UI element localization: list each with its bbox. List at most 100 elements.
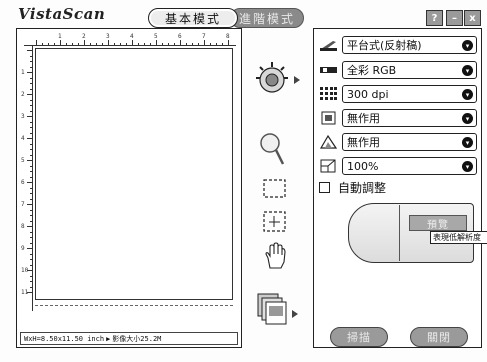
- resolution-dots-icon: [319, 86, 338, 102]
- tab-advanced-mode[interactable]: 進階模式: [230, 8, 304, 28]
- ruler-tick: [30, 281, 32, 282]
- ruler-tick: [30, 209, 32, 211]
- filter-icon: [319, 110, 338, 126]
- ruler-number: 6: [178, 33, 182, 40]
- ruler-tick: [30, 259, 32, 260]
- ruler-tick: [210, 43, 211, 45]
- ruler-tick: [30, 88, 32, 90]
- ruler-tick: [30, 154, 32, 156]
- ruler-tick: [102, 43, 103, 45]
- scanner-wheel-icon: [256, 62, 300, 93]
- zoom-tool[interactable]: [258, 130, 288, 168]
- resolution-select[interactable]: 300 dpi ▾: [342, 85, 477, 103]
- descreen-select[interactable]: 無作用 ▾: [342, 133, 477, 151]
- ruler-tick: [30, 171, 32, 172]
- ruler-number: 3: [21, 113, 25, 120]
- minimize-button[interactable]: –: [446, 10, 463, 26]
- ruler-tick: [27, 248, 32, 249]
- scan-source-select[interactable]: 平台式(反射稿) ▾: [342, 36, 477, 54]
- ruler-tick: [30, 242, 32, 244]
- ruler-tick: [84, 40, 85, 45]
- ruler-tick: [60, 40, 61, 45]
- multi-select-tool[interactable]: [262, 210, 288, 234]
- ruler-tick: [180, 40, 181, 45]
- preview-scan-area[interactable]: [35, 48, 233, 300]
- ruler-tick: [78, 43, 79, 45]
- ruler-tick: [30, 187, 32, 189]
- ruler-tick: [66, 43, 67, 45]
- ruler-tick: [90, 43, 91, 45]
- pill-divider: [399, 205, 400, 261]
- dropdown-arrow-icon: ▾: [462, 137, 473, 148]
- ruler-tick: [30, 286, 32, 288]
- ruler-tick: [30, 132, 32, 134]
- color-mode-icon: [319, 62, 338, 78]
- preview-panel: 1 2 3 4 5 6 7 8 1 2 3 4 5 6 7 8 9 10 11 WxH=8.50x11.50 in…: [16, 28, 242, 348]
- ruler-tick: [120, 43, 121, 45]
- ruler-tick: [30, 77, 32, 79]
- ruler-tick: [27, 94, 32, 95]
- ruler-left: 1 2 3 4 5 6 7 8 9 10 11: [21, 46, 33, 311]
- help-button[interactable]: ?: [426, 10, 443, 26]
- auto-adjust-label: 自動調整: [338, 180, 387, 195]
- ruler-tick: [144, 43, 145, 45]
- scale-value: 100%: [347, 159, 379, 173]
- ruler-tick: [27, 50, 32, 51]
- ruler-number: 5: [21, 157, 25, 164]
- ruler-number: 7: [202, 33, 206, 40]
- scanner-wheel-tool[interactable]: [254, 58, 304, 102]
- ruler-tick: [162, 43, 163, 45]
- resolution-value: 300 dpi: [347, 87, 389, 101]
- ruler-tick: [30, 253, 32, 255]
- magnifier-icon: [260, 133, 285, 165]
- ruler-tick: [108, 40, 109, 45]
- ruler-tick: [30, 193, 32, 194]
- ruler-tick: [30, 83, 32, 84]
- dropdown-arrow-icon: ▾: [462, 40, 473, 51]
- dropdown-arrow-icon: ▾: [462, 65, 473, 76]
- close-button[interactable]: 關閉: [410, 327, 468, 347]
- ruler-tick: [36, 40, 37, 45]
- preview-tooltip: 表現低解析度: [430, 231, 487, 244]
- color-mode-select[interactable]: 全彩 RGB ▾: [342, 61, 477, 79]
- ruler-tick: [30, 220, 32, 222]
- close-icon: x: [469, 12, 476, 24]
- ruler-tick: [30, 110, 32, 112]
- scale-select[interactable]: 100% ▾: [342, 157, 477, 175]
- ruler-tick: [150, 43, 151, 45]
- help-icon: ?: [431, 12, 438, 24]
- filter-select[interactable]: 無作用 ▾: [342, 109, 477, 127]
- batch-scan-tool[interactable]: [254, 290, 304, 330]
- ruler-tick: [30, 231, 32, 233]
- ruler-number: 4: [130, 33, 134, 40]
- play-arrow-icon: ▶: [106, 334, 111, 343]
- ruler-tick: [30, 275, 32, 277]
- auto-adjust-checkbox[interactable]: [319, 181, 330, 193]
- select-frame-icon: [263, 179, 286, 198]
- status-image-size: 影像大小25.2M: [112, 334, 162, 343]
- ruler-tick: [30, 143, 32, 145]
- crosshair-frame-icon: [263, 211, 286, 232]
- preview-button[interactable]: 預覽: [409, 215, 467, 231]
- filter-value: 無作用: [347, 112, 380, 125]
- filter-row: 無作用 ▾: [319, 109, 477, 127]
- pan-tool[interactable]: [262, 242, 288, 270]
- scan-button[interactable]: 掃描: [330, 327, 388, 347]
- tab-basic-mode[interactable]: 基本模式: [148, 8, 238, 28]
- ruler-tick: [27, 182, 32, 183]
- select-area-tool[interactable]: [262, 178, 288, 200]
- title-bar: VistaScan 進階模式 基本模式 ? – x: [4, 3, 483, 29]
- ruler-tick: [27, 72, 32, 73]
- ruler-tick: [30, 215, 32, 216]
- ruler-tick: [27, 204, 32, 205]
- ruler-tick: [72, 43, 73, 45]
- hand-icon: [265, 242, 286, 269]
- auto-adjust-option[interactable]: 自動調整: [319, 179, 386, 195]
- ruler-tick: [27, 116, 32, 117]
- ruler-number: 1: [21, 69, 25, 76]
- ruler-number: 8: [226, 33, 230, 40]
- close-window-button[interactable]: x: [464, 10, 481, 26]
- ruler-tick: [126, 43, 127, 45]
- ruler-tick: [204, 40, 205, 45]
- ruler-top: 1 2 3 4 5 6 7 8: [24, 33, 236, 46]
